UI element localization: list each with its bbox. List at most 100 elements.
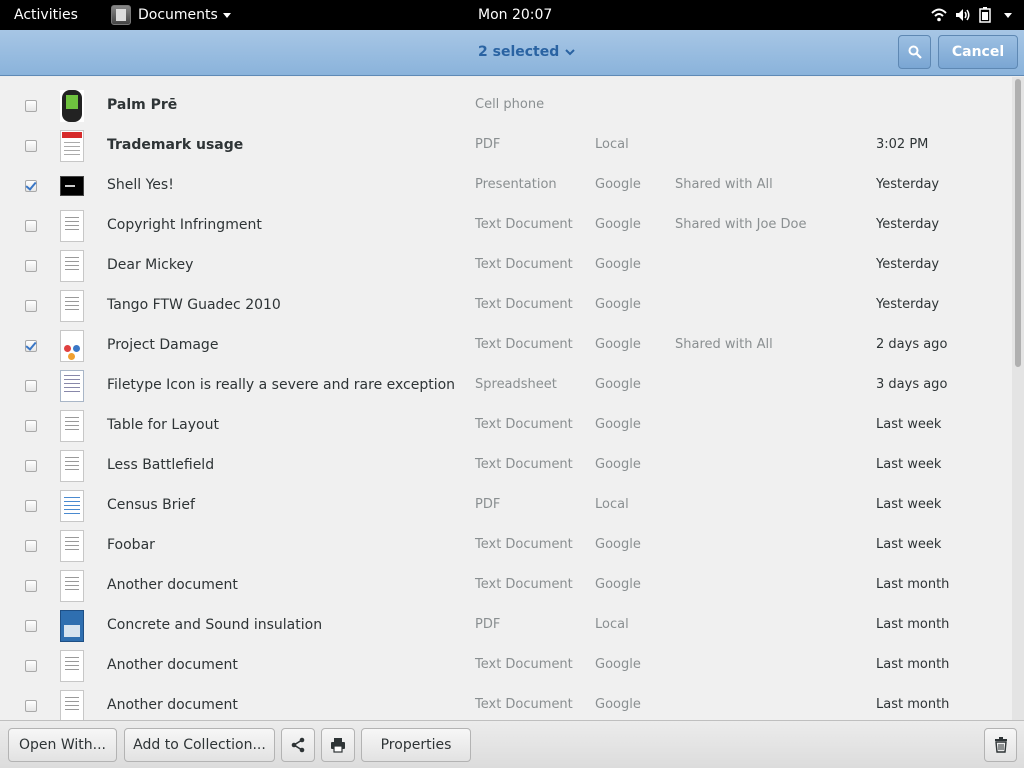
document-row[interactable]: Concrete and Sound insulation PDF Local Las…	[0, 606, 1012, 646]
selection-checkbox[interactable]	[25, 420, 37, 432]
document-source: Google	[595, 697, 641, 712]
scrollbar[interactable]	[1012, 77, 1024, 720]
document-name: Copyright Infringment	[107, 217, 262, 233]
document-date: Last month	[876, 657, 950, 672]
document-row[interactable]: Table for Layout Text Document Google Last …	[0, 406, 1012, 446]
open-with-button[interactable]: Open With...	[8, 728, 117, 762]
search-button[interactable]	[898, 35, 931, 69]
document-type: Text Document	[475, 697, 573, 712]
selection-checkbox[interactable]	[25, 500, 37, 512]
properties-button[interactable]: Properties	[361, 728, 471, 762]
document-thumbnail	[60, 570, 84, 602]
selection-checkbox[interactable]	[25, 140, 37, 152]
document-type: Text Document	[475, 337, 573, 352]
chevron-down-icon	[222, 12, 231, 18]
document-type: Text Document	[475, 577, 573, 592]
document-thumbnail	[60, 690, 84, 720]
document-type: Text Document	[475, 417, 573, 432]
cancel-button[interactable]: Cancel	[938, 35, 1018, 69]
clock[interactable]: Mon 20:07	[478, 7, 552, 23]
document-type: Text Document	[475, 657, 573, 672]
document-date: Last month	[876, 577, 950, 592]
document-sharing: Shared with Joe Doe	[675, 217, 807, 232]
document-date: Yesterday	[876, 177, 940, 192]
document-source: Local	[595, 497, 629, 512]
delete-button[interactable]	[984, 728, 1017, 762]
document-thumbnail	[60, 450, 84, 482]
document-type: Text Document	[475, 297, 573, 312]
document-row[interactable]: Foobar Text Document Google Last week	[0, 526, 1012, 566]
chevron-down-icon	[565, 48, 575, 55]
document-thumbnail	[60, 370, 84, 402]
document-name: Concrete and Sound insulation	[107, 617, 323, 633]
selection-checkbox[interactable]	[25, 700, 37, 712]
document-date: Last week	[876, 537, 942, 552]
add-to-collection-button[interactable]: Add to Collection...	[124, 728, 275, 762]
top-bar: Activities Documents Mon 20:07	[0, 0, 1024, 30]
selection-checkbox[interactable]	[25, 580, 37, 592]
document-row[interactable]: Another document Text Document Google Last …	[0, 686, 1012, 720]
document-row[interactable]: Census Brief PDF Local Last week	[0, 486, 1012, 526]
app-menu-label: Documents	[138, 7, 218, 23]
selection-checkbox[interactable]	[25, 100, 37, 112]
document-source: Google	[595, 457, 641, 472]
share-button[interactable]	[281, 728, 315, 762]
selection-checkbox[interactable]	[25, 460, 37, 472]
document-date: 3:02 PM	[876, 137, 929, 152]
document-row[interactable]: Another document Text Document Google Last …	[0, 566, 1012, 606]
selection-checkbox[interactable]	[25, 380, 37, 392]
selection-checkbox[interactable]	[25, 340, 37, 352]
document-thumbnail	[60, 650, 84, 682]
selection-checkbox[interactable]	[25, 220, 37, 232]
print-button[interactable]	[321, 728, 355, 762]
selection-checkbox[interactable]	[25, 620, 37, 632]
document-name: Palm Prē	[107, 97, 178, 113]
document-type: Spreadsheet	[475, 377, 557, 392]
document-thumbnail	[60, 290, 84, 322]
document-date: Last month	[876, 697, 950, 712]
selection-checkbox[interactable]	[25, 260, 37, 272]
selection-checkbox[interactable]	[25, 180, 37, 192]
document-name: Trademark usage	[107, 137, 244, 153]
trash-icon	[994, 737, 1007, 753]
document-source: Google	[595, 577, 641, 592]
document-row[interactable]: Shell Yes! Presentation Google Shared with …	[0, 166, 1012, 206]
document-row[interactable]: Trademark usage PDF Local 3:02 PM	[0, 126, 1012, 166]
document-source: Google	[595, 337, 641, 352]
document-row[interactable]: Project Damage Text Document Google Shared …	[0, 326, 1012, 366]
document-row[interactable]: Less Battlefield Text Document Google Last …	[0, 446, 1012, 486]
document-thumbnail	[60, 176, 84, 196]
document-sharing: Shared with All	[675, 337, 773, 352]
document-row[interactable]: Another document Text Document Google Last …	[0, 646, 1012, 686]
document-name: Table for Layout	[107, 417, 219, 433]
document-row[interactable]: Copyright Infringment Text Document Google…	[0, 206, 1012, 246]
activities-button[interactable]: Activities	[14, 7, 78, 23]
document-date: 2 days ago	[876, 337, 948, 352]
system-status-area[interactable]	[931, 5, 1012, 25]
documents-app-icon	[111, 5, 131, 25]
document-date: Last month	[876, 617, 950, 632]
document-row[interactable]: Filetype Icon is really a severe and rar…	[0, 366, 1012, 406]
selection-menu-button[interactable]: 2 selected	[478, 44, 575, 60]
document-date: Yesterday	[876, 297, 940, 312]
document-name: Filetype Icon is really a severe and rar…	[107, 377, 456, 393]
selection-checkbox[interactable]	[25, 300, 37, 312]
document-name: Project Damage	[107, 337, 219, 353]
document-date: Last week	[876, 457, 942, 472]
document-name: Shell Yes!	[107, 177, 174, 193]
document-row[interactable]: Dear Mickey Text Document Google Yesterday	[0, 246, 1012, 286]
document-row[interactable]: Tango FTW Guadec 2010 Text Document Google…	[0, 286, 1012, 326]
document-row[interactable]: Palm Prē Cell phone	[0, 86, 1012, 126]
scrollbar-thumb[interactable]	[1015, 79, 1021, 367]
document-thumbnail	[60, 330, 84, 362]
share-icon	[291, 737, 305, 753]
battery-icon	[979, 7, 991, 23]
selection-checkbox[interactable]	[25, 540, 37, 552]
document-source: Google	[595, 537, 641, 552]
document-type: Text Document	[475, 257, 573, 272]
wifi-icon	[931, 8, 947, 22]
document-thumbnail	[60, 610, 84, 642]
document-type: Cell phone	[475, 97, 545, 112]
app-menu[interactable]: Documents	[111, 5, 231, 25]
selection-checkbox[interactable]	[25, 660, 37, 672]
